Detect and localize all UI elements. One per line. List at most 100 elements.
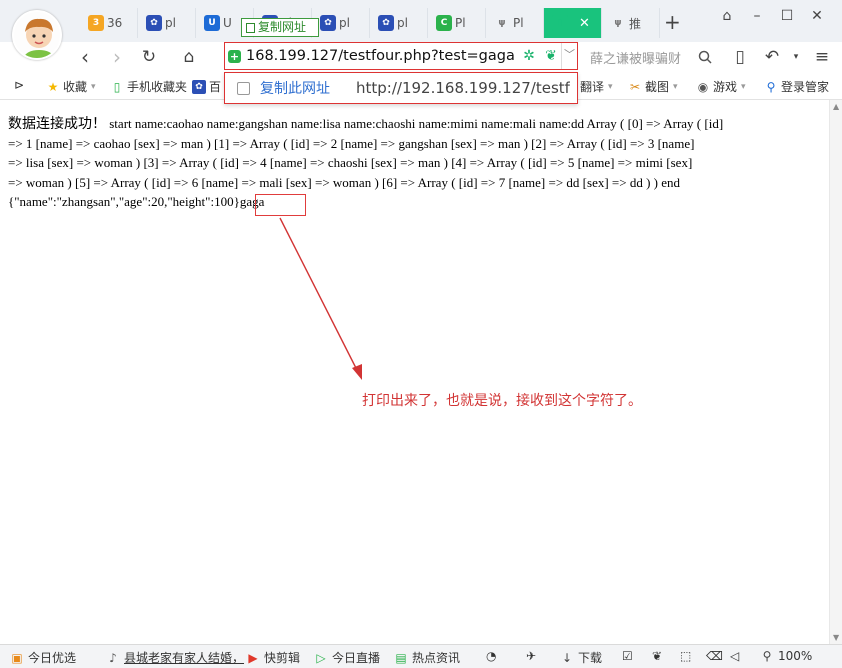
tab-0[interactable]: 3 36 (80, 8, 138, 38)
tab-7[interactable]: ψ Pl (486, 8, 544, 38)
delete-icon[interactable]: ⌫ (706, 649, 723, 663)
copy-url-tooltip[interactable]: 复制网址 (241, 18, 319, 37)
bookmark-screenshot[interactable]: ✂ 截图 ▾ (628, 78, 678, 95)
undo-dropdown-icon[interactable]: ▾ (784, 44, 808, 70)
speedup-icon[interactable]: ✲ (521, 48, 537, 64)
bookmark-bai-label: 百 (209, 80, 222, 94)
bookmark-bai[interactable]: ✿ 百 (192, 78, 221, 95)
today-pick[interactable]: ▣ 今日优选 (10, 649, 76, 666)
home-button[interactable]: ⌂ (176, 44, 202, 70)
title-bar: 336✿plUU✿pl✿pl✿plCPlψPl▯✕ψ推 + ⌂ – ☐ ✕ (0, 0, 842, 60)
bookmark-favorites[interactable]: ★ 收藏 ▾ (46, 78, 96, 95)
w-icon: ψ (614, 18, 622, 28)
quick-cut[interactable]: ▶ 快剪辑 (246, 649, 300, 666)
tab-8[interactable]: ▯ ✕ (544, 8, 602, 38)
connection-heading: 数据连接成功！ (8, 116, 106, 132)
skin-icon[interactable]: ⌂ (712, 6, 742, 26)
u-icon: U (204, 15, 220, 31)
forward-button[interactable]: › (104, 44, 130, 70)
tab-label: pl (339, 16, 350, 30)
hot-news[interactable]: ▤ 热点资讯 (394, 649, 460, 666)
vertical-scrollbar[interactable]: ▲ ▼ (829, 100, 842, 644)
360-icon: 3 (88, 15, 104, 31)
zoom-control[interactable]: ⚲ 100% (760, 649, 813, 663)
key-icon: ⚲ (766, 79, 776, 94)
leaf-icon[interactable]: ❦ (543, 48, 559, 64)
tab-4[interactable]: ✿ pl (312, 8, 370, 38)
tab-label: U (223, 16, 232, 30)
bookmark-mobile[interactable]: ▯ 手机收藏夹 (110, 78, 187, 95)
fullscreen-icon[interactable]: ⬚ (680, 649, 691, 663)
tab-6[interactable]: C Pl (428, 8, 486, 38)
close-window-button[interactable]: ✕ (802, 6, 832, 26)
copy-url-link[interactable]: 复制此网址 (260, 78, 330, 98)
address-url[interactable]: 168.199.127/testfour.php?test=gaga (246, 48, 515, 64)
address-bar[interactable]: + 168.199.127/testfour.php?test=gaga ✲ ❦… (224, 42, 578, 70)
output-line-3: => lisa [sex] => woman ) [3] => Array ( … (8, 155, 693, 171)
bookmark-games[interactable]: ◉ 游戏 ▾ (696, 78, 746, 95)
scroll-down-icon[interactable]: ▼ (833, 633, 839, 642)
star-icon: ★ (47, 79, 59, 94)
search-box[interactable]: 薛之谦被曝骗财 (590, 46, 720, 68)
refresh-button[interactable]: ↻ (136, 44, 162, 70)
minimize-button[interactable]: – (742, 6, 772, 26)
quick-cut-label: 快剪辑 (264, 651, 301, 665)
bookmark-translate[interactable]: 翻译 ▾ (580, 78, 613, 95)
video-icon: ▶ (248, 650, 258, 665)
mobile-icon[interactable]: ▯ (728, 44, 752, 70)
tab-1[interactable]: ✿ pl (138, 8, 196, 38)
speed-icon[interactable]: ◔ (486, 649, 496, 663)
scroll-up-icon[interactable]: ▲ (833, 102, 839, 111)
zoom-label: 100% (778, 649, 813, 663)
paw-icon: ✿ (146, 15, 162, 31)
download[interactable]: ↓ 下载 (560, 649, 602, 666)
menu-icon[interactable]: ≡ (810, 44, 834, 70)
c-icon: C (436, 15, 452, 31)
bookmark-login[interactable]: ⚲ 登录管家 (764, 78, 829, 95)
dropdown-full-url[interactable]: http://192.168.199.127/testfc (356, 79, 570, 97)
tab-5[interactable]: ✿ pl (370, 8, 428, 38)
output-line-2: => 1 [name] => caohao [sex] => man ) [1]… (8, 136, 695, 152)
phone-icon: ▯ (113, 79, 121, 94)
paw-icon: ✿ (320, 15, 336, 31)
search-placeholder: 薛之谦被曝骗财 (590, 51, 682, 67)
download-label: 下载 (578, 651, 603, 665)
news-icon: ▤ (395, 650, 407, 665)
gamepad-icon: ◉ (697, 79, 709, 94)
chevron-down-icon: ▾ (741, 81, 746, 92)
new-tab-button[interactable]: + (664, 10, 681, 34)
speaker-icon: ♪ (109, 650, 117, 665)
page-icon: ▯ (552, 15, 568, 31)
back-button[interactable]: ‹ (72, 44, 98, 70)
user-avatar[interactable] (12, 10, 62, 60)
scissors-icon: ✂ (629, 79, 641, 94)
url-dropdown: 复制此网址 http://192.168.199.127/testfc (224, 72, 578, 104)
copy-checkbox[interactable] (237, 81, 250, 95)
leaf-status-icon[interactable]: ❦ (652, 649, 662, 663)
maximize-button[interactable]: ☐ (772, 6, 802, 26)
note-icon[interactable]: ☑ (622, 649, 633, 663)
address-dropdown-button[interactable]: ﹀ (561, 43, 577, 69)
annotation-text: 打印出来了，也就是说，接收到这个字符了。 (362, 393, 642, 409)
sidebar-toggle-icon[interactable]: ⊳ (14, 78, 24, 92)
chevron-down-icon: ▾ (91, 81, 96, 92)
address-bar-icons: ✲ ❦ (521, 48, 559, 64)
paw-icon: ✿ (192, 79, 206, 94)
sound-icon[interactable]: ◁ (730, 649, 739, 663)
content-line-1: 数据连接成功！ start name:caohao name:gangshan … (8, 114, 830, 134)
tab-9[interactable]: ψ推 (602, 8, 660, 38)
close-tab-icon[interactable]: ✕ (579, 16, 590, 31)
undo-icon[interactable]: ↶ (760, 44, 784, 70)
output-line-4: => woman ) [5] => Array ( [id] => 6 [nam… (8, 174, 681, 190)
tools-icon[interactable]: ✈ (526, 649, 536, 663)
live-stream[interactable]: ▷ 今日直播 (314, 649, 380, 666)
paw-icon: ✿ (378, 15, 394, 31)
tab-label: Pl (455, 16, 466, 30)
bookmark-translate-label: 翻译 (580, 80, 605, 94)
bookmark-login-label: 登录管家 (781, 80, 830, 94)
hot-news-label: 热点资讯 (412, 651, 461, 665)
search-icon[interactable] (698, 50, 712, 64)
news-ticker[interactable]: ♪ 县城老家有家人结婚， (106, 649, 244, 666)
download-icon: ↓ (561, 650, 573, 665)
zoom-icon: ⚲ (762, 649, 772, 663)
